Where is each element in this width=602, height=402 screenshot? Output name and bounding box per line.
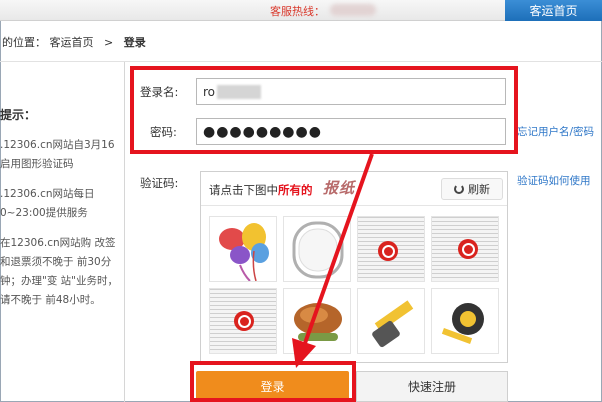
- annotation-arrow: [292, 153, 374, 368]
